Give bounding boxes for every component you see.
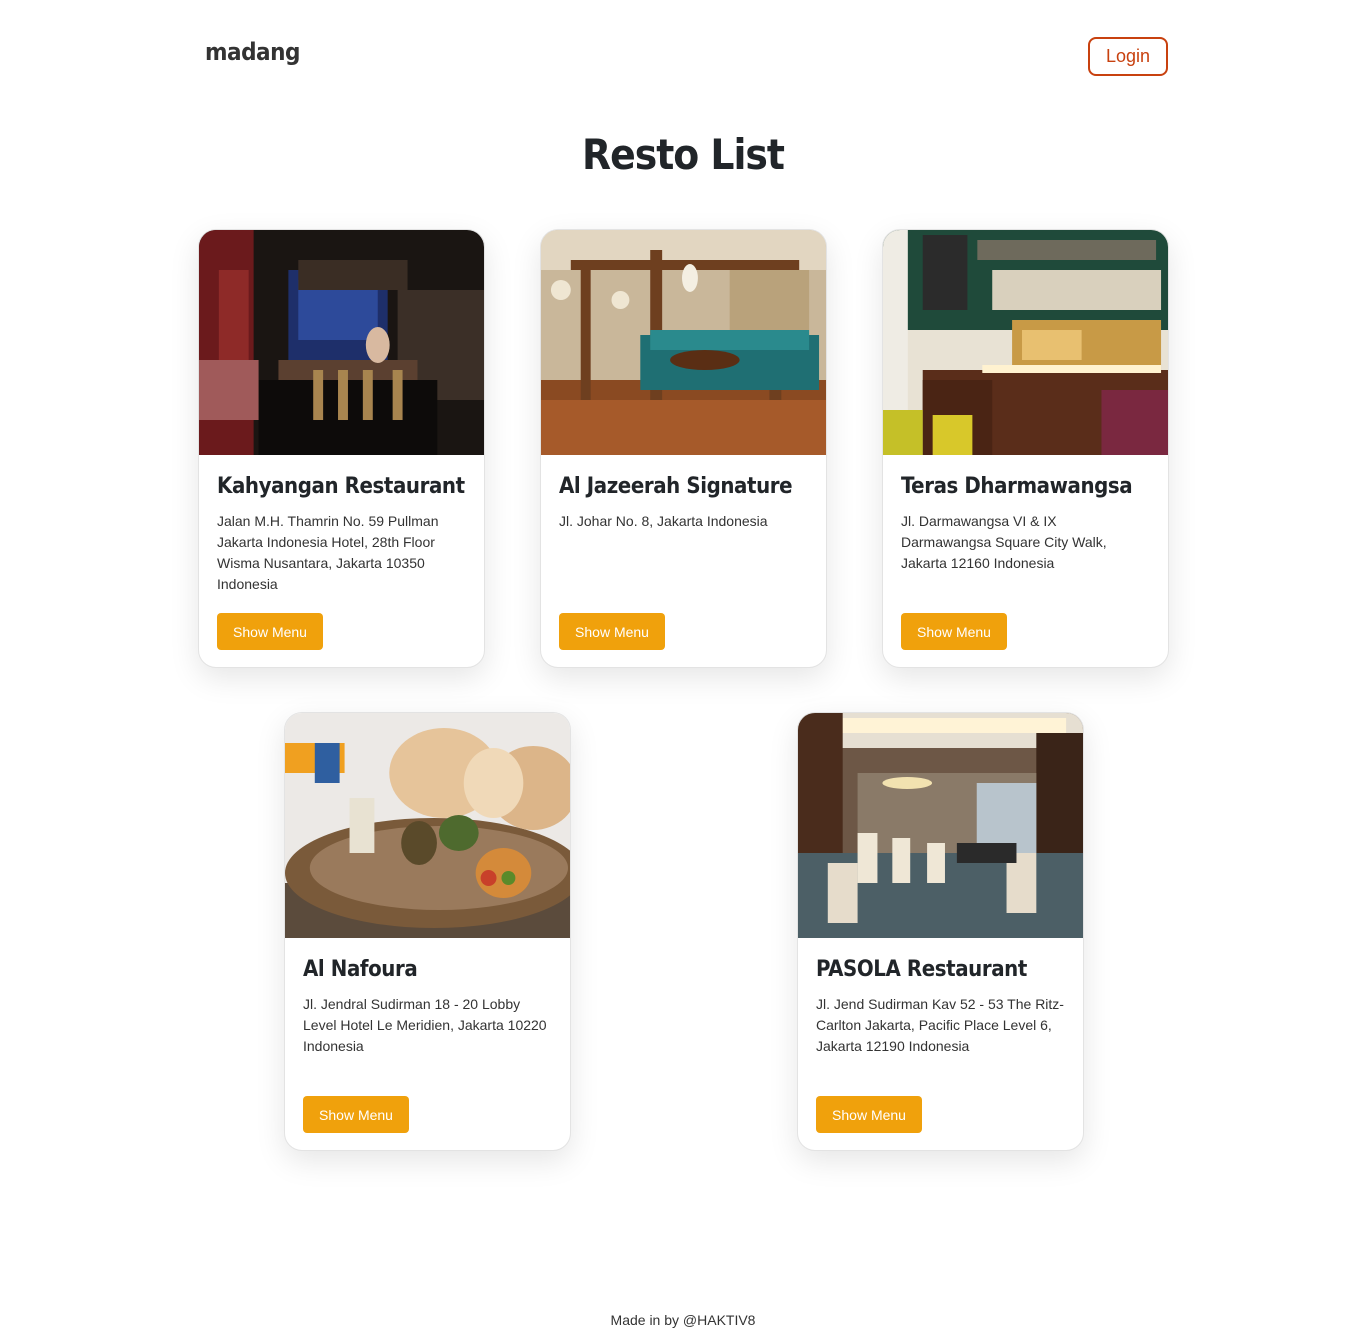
- brand-logo[interactable]: madang: [205, 38, 300, 66]
- restaurant-address: Jl. Jend Sudirman Kav 52 - 53 The Ritz-C…: [816, 996, 1064, 1054]
- restaurant-address: Jl. Darmawangsa VI & IX Darmawangsa Squa…: [901, 513, 1107, 571]
- restaurant-card: Al Nafoura Jl. Jendral Sudirman 18 - 20 …: [284, 712, 571, 1151]
- restaurant-card: PASOLA Restaurant Jl. Jend Sudirman Kav …: [797, 712, 1084, 1151]
- login-button[interactable]: Login: [1088, 37, 1168, 76]
- footer-credit: Made in by @HAKTIV8: [610, 1312, 756, 1328]
- show-menu-button[interactable]: Show Menu: [217, 613, 323, 650]
- restaurant-name: PASOLA Restaurant: [816, 957, 1027, 982]
- restaurant-address: Jl. Johar No. 8, Jakarta Indonesia: [559, 513, 768, 529]
- restaurant-photo: [798, 713, 1083, 938]
- restaurant-card: Teras Dharmawangsa Jl. Darmawangsa VI & …: [882, 229, 1169, 668]
- page-title: Resto List: [582, 130, 785, 179]
- restaurant-photo: [541, 230, 826, 455]
- show-menu-button[interactable]: Show Menu: [901, 613, 1007, 650]
- restaurant-card: Al Jazeerah Signature Jl. Johar No. 8, J…: [540, 229, 827, 668]
- show-menu-button[interactable]: Show Menu: [303, 1096, 409, 1133]
- restaurant-photo: [883, 230, 1168, 455]
- restaurant-photo: [285, 713, 570, 938]
- restaurant-name: Kahyangan Restaurant: [217, 474, 465, 499]
- restaurant-name: Al Nafoura: [303, 957, 418, 982]
- restaurant-photo: [199, 230, 484, 455]
- show-menu-button[interactable]: Show Menu: [816, 1096, 922, 1133]
- restaurant-name: Teras Dharmawangsa: [901, 474, 1133, 499]
- restaurant-card: Kahyangan Restaurant Jalan M.H. Thamrin …: [198, 229, 485, 668]
- navbar: madang Login: [0, 0, 1366, 112]
- restaurant-address: Jalan M.H. Thamrin No. 59 Pullman Jakart…: [217, 513, 439, 592]
- show-menu-button[interactable]: Show Menu: [559, 613, 665, 650]
- restaurant-address: Jl. Jendral Sudirman 18 - 20 Lobby Level…: [303, 996, 547, 1054]
- restaurant-name: Al Jazeerah Signature: [559, 474, 793, 499]
